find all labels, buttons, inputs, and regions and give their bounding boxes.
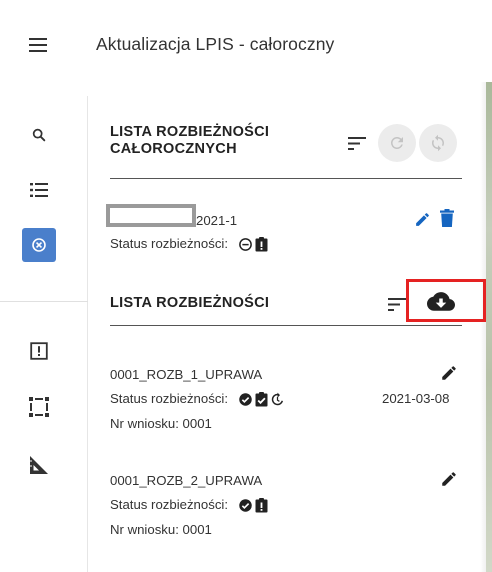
history-icon <box>271 392 283 406</box>
sync-icon <box>432 134 444 152</box>
sync-button[interactable] <box>419 124 457 162</box>
check-circle-icon <box>238 393 252 406</box>
minus-circle-icon <box>238 238 252 251</box>
tool-rail <box>0 96 88 572</box>
select-area-icon <box>29 397 49 417</box>
list-item-name[interactable]: 0001_ROZB_1_UPRAWA <box>110 367 262 382</box>
list-item-request: Nr wniosku: 0001 <box>110 522 212 537</box>
edit-button[interactable] <box>413 210 431 228</box>
status-label: Status rozbieżności: <box>110 391 229 406</box>
sort-button[interactable] <box>387 296 407 312</box>
rail-divider <box>0 301 88 302</box>
alert-box-icon <box>30 342 48 360</box>
sort-icon <box>348 136 366 150</box>
list-item-name[interactable]: 0001_ROZB_2_UPRAWA <box>110 473 262 488</box>
list-item-request: Nr wniosku: 0001 <box>110 416 212 431</box>
clipboard-check-icon <box>255 392 268 407</box>
refresh-button[interactable] <box>378 124 416 162</box>
list-item-status: Status rozbieżności: <box>110 497 268 513</box>
search-button[interactable] <box>22 118 56 152</box>
search-icon <box>32 128 46 142</box>
list-item-status: Status rozbieżności: <box>110 391 285 407</box>
yearly-item-id[interactable]: 2021-1 <box>196 213 237 228</box>
edit-button[interactable] <box>439 363 459 383</box>
list-title: LISTA ROZBIEŻNOŚCI <box>110 295 270 311</box>
status-label: Status rozbieżności: <box>110 236 229 251</box>
menu-icon[interactable] <box>29 38 49 54</box>
top-bar: Aktualizacja LPIS - całoroczny <box>0 0 492 96</box>
list-item-date: 2021-03-08 <box>382 391 450 406</box>
clipboard-alert-icon <box>255 498 268 513</box>
section-divider <box>110 178 462 179</box>
list-icon <box>30 183 48 197</box>
cancel-circle-icon <box>32 238 46 252</box>
pencil-icon <box>442 472 456 486</box>
status-label: Status rozbieżności: <box>110 497 229 512</box>
yearly-list-title: LISTA ROZBIEŻNOŚCI CAŁOROCZNYCH <box>110 124 270 157</box>
section-divider <box>110 325 462 326</box>
discrepancy-tool-button[interactable] <box>22 228 56 262</box>
app-title: Aktualizacja LPIS - całoroczny <box>96 34 335 54</box>
delete-button[interactable] <box>439 208 455 228</box>
yearly-item-status: Status rozbieżności: <box>110 236 268 252</box>
clipboard-alert-icon <box>255 237 268 252</box>
measure-angle-button[interactable] <box>22 448 56 482</box>
trash-icon <box>440 209 454 227</box>
map-view[interactable] <box>486 82 492 572</box>
measure-angle-icon <box>30 456 48 474</box>
check-circle-icon <box>238 499 252 512</box>
list-button[interactable] <box>22 173 56 207</box>
highlight-frame <box>406 279 486 322</box>
edit-button[interactable] <box>439 469 459 489</box>
alert-tool-button[interactable] <box>22 334 56 368</box>
redacted-field <box>106 204 196 227</box>
pencil-icon <box>442 366 456 380</box>
sort-icon <box>388 297 406 311</box>
refresh-icon <box>390 136 403 149</box>
select-area-button[interactable] <box>22 390 56 424</box>
pencil-icon <box>415 212 429 226</box>
sort-button[interactable] <box>347 135 367 151</box>
